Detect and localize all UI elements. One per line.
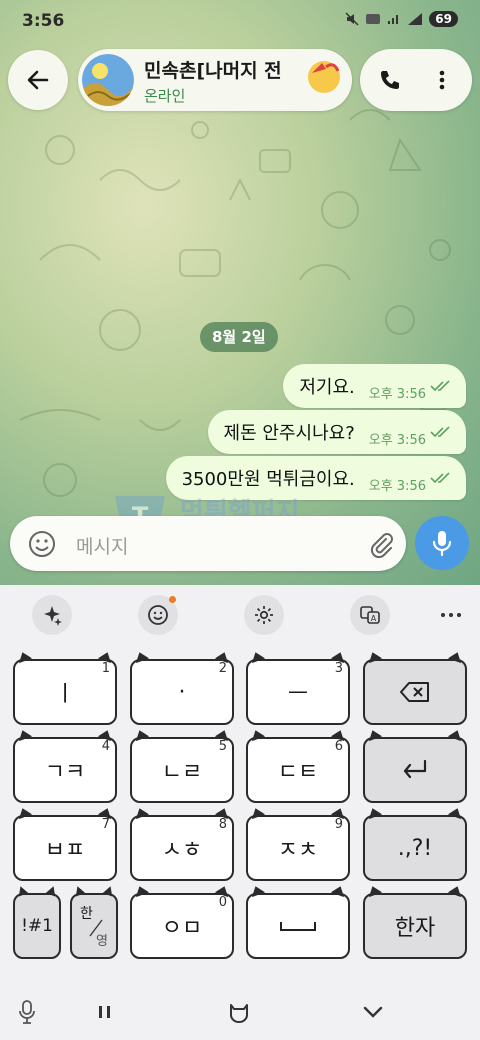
message-bubble[interactable]: 3500만원 먹튀금이요. 오후 3:56 xyxy=(165,456,466,500)
date-separator: 8월 2일 xyxy=(200,322,278,352)
more-horizontal-icon xyxy=(441,613,461,617)
online-status: 온라인 xyxy=(144,87,186,105)
keyboard-nav-bar xyxy=(0,985,480,1035)
chat-area: 3:56 69 민속촌[나머지 전 온라인 8월 2일 저기요. 오후 3:56… xyxy=(0,0,480,585)
key-d-t[interactable]: ㄷㅌ 6 xyxy=(246,727,350,803)
avatar[interactable] xyxy=(82,54,134,106)
smile-icon xyxy=(148,605,168,625)
message-text: 3500만원 먹튀금이요. xyxy=(181,469,355,490)
svg-text:A: A xyxy=(371,614,377,623)
enter-key[interactable] xyxy=(363,727,467,803)
chat-title: 민속촌[나머지 전 xyxy=(144,60,282,82)
more-vertical-icon xyxy=(439,70,445,90)
keyboard-more-button[interactable] xyxy=(436,595,466,635)
status-time: 3:56 xyxy=(22,11,65,31)
key-j-ch[interactable]: ㅈㅊ 9 xyxy=(246,805,350,881)
symbols-key[interactable]: !#1 xyxy=(13,884,61,959)
voice-message-button[interactable] xyxy=(415,516,469,570)
key-s-h[interactable]: ㅅㅎ 8 xyxy=(130,805,234,881)
ai-sparkle-button[interactable] xyxy=(32,595,72,635)
language-switch-key[interactable]: 한 영 xyxy=(70,884,118,959)
punctuation-key[interactable]: .,?! xyxy=(363,805,467,881)
emoji-sticker-icon xyxy=(308,61,340,93)
back-button[interactable] xyxy=(8,50,68,110)
message-input-bar[interactable]: 메시지 xyxy=(10,516,406,571)
space-key[interactable] xyxy=(246,883,350,959)
battery-indicator: 69 xyxy=(429,11,458,27)
translate-icon: A xyxy=(360,606,380,624)
arrow-left-icon xyxy=(27,70,49,90)
header-actions xyxy=(360,49,472,111)
pause-bars-icon xyxy=(99,1006,110,1018)
notification-dot xyxy=(169,596,176,603)
voice-input-button[interactable] xyxy=(10,995,44,1029)
sparkle-icon xyxy=(44,606,62,626)
hanja-key[interactable]: 한자 xyxy=(363,883,467,959)
home-button[interactable] xyxy=(222,995,256,1029)
chat-header[interactable]: 민속촌[나머지 전 온라인 xyxy=(78,49,352,111)
enter-icon xyxy=(403,759,427,779)
message-text: 제돈 안주시나요? xyxy=(223,423,355,444)
hide-keyboard-button[interactable] xyxy=(356,995,390,1029)
message-text: 저기요. xyxy=(299,377,355,398)
key-b-p[interactable]: ㅂㅍ 7 xyxy=(13,805,117,881)
key-i[interactable]: ㅣ 1 xyxy=(13,649,117,725)
message-time: 오후 3:56 xyxy=(368,432,426,448)
gear-icon xyxy=(255,606,273,624)
key-dot[interactable]: · 2 xyxy=(130,649,234,725)
call-button[interactable] xyxy=(370,60,410,100)
emoji-keyboard-button[interactable] xyxy=(138,595,178,635)
key-n-r[interactable]: ㄴㄹ 5 xyxy=(130,727,234,803)
keyboard: A ㅣ 1 · 2 ㅡ 3 ㄱㅋ 4 ㄴㄹ 5 ㄷㅌ 6 ㅂㅍ 7 ㅅㅎ 8 ㅈ… xyxy=(0,585,480,1040)
translate-button[interactable]: A xyxy=(350,595,390,635)
phone-icon xyxy=(381,71,399,89)
message-time: 오후 3:56 xyxy=(368,478,426,494)
backspace-icon xyxy=(400,682,429,702)
space-icon xyxy=(280,922,316,931)
key-g-k[interactable]: ㄱㅋ 4 xyxy=(13,727,117,803)
message-bubble[interactable]: 제돈 안주시나요? 오후 3:56 xyxy=(207,410,466,454)
recents-button[interactable] xyxy=(88,995,122,1029)
message-time: 오후 3:56 xyxy=(368,386,426,402)
emoji-icon[interactable] xyxy=(28,530,56,558)
cat-face-icon xyxy=(230,1004,248,1023)
wifi-signal-icon xyxy=(388,15,399,24)
network-5g-icon xyxy=(366,14,381,24)
key-o-m[interactable]: ㅇㅁ 0 xyxy=(130,883,234,959)
more-options-button[interactable] xyxy=(422,60,462,100)
status-bar: 3:56 69 xyxy=(0,0,480,44)
message-input[interactable]: 메시지 xyxy=(76,532,128,559)
microphone-icon xyxy=(19,1000,35,1024)
double-check-icon xyxy=(430,472,450,484)
paperclip-icon[interactable] xyxy=(368,530,394,558)
double-check-icon xyxy=(430,380,450,392)
cell-signal-icon xyxy=(408,13,423,25)
backspace-key[interactable] xyxy=(363,649,467,725)
message-bubble[interactable]: 저기요. 오후 3:56 xyxy=(283,364,466,408)
key-eu[interactable]: ㅡ 3 xyxy=(246,649,350,725)
double-check-icon xyxy=(430,426,450,438)
microphone-icon xyxy=(432,531,452,557)
mute-icon xyxy=(345,12,359,26)
chevron-down-icon xyxy=(363,1006,383,1018)
status-icons: 69 xyxy=(345,11,458,27)
settings-button[interactable] xyxy=(244,595,284,635)
